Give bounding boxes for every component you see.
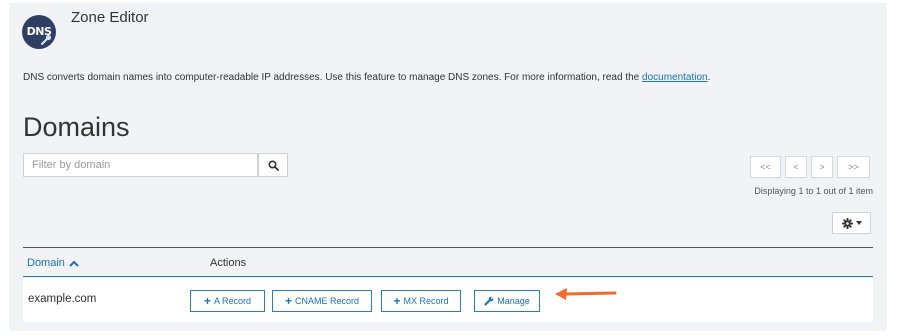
pager-first-button[interactable]: << [750, 156, 781, 178]
page-title: Domains [23, 112, 130, 142]
table-row: example.com + A Record + CNAME Record + … [23, 278, 873, 322]
gear-icon [841, 217, 853, 229]
manage-label: Manage [497, 296, 530, 306]
mx-record-label: MX Record [403, 296, 449, 306]
domain-cell: example.com [28, 293, 97, 305]
search-button[interactable] [258, 153, 288, 177]
a-record-label: A Record [213, 296, 252, 306]
add-cname-record-button[interactable]: + CNAME Record [272, 290, 372, 312]
manage-button[interactable]: Manage [474, 290, 540, 312]
add-mx-record-button[interactable]: + MX Record [381, 290, 461, 312]
description-suffix: . [707, 72, 711, 83]
page-description: DNS converts domain names into computer-… [23, 72, 710, 83]
chevron-up-icon [69, 260, 79, 267]
documentation-link[interactable]: documentation [642, 72, 708, 83]
settings-dropdown-button[interactable] [832, 212, 871, 234]
description-text: DNS converts domain names into computer-… [23, 72, 643, 83]
plus-icon: + [284, 294, 292, 308]
paging-info: Displaying 1 to 1 out of 1 item [754, 186, 873, 196]
plus-icon: + [203, 294, 211, 308]
cname-record-label: CNAME Record [295, 296, 360, 306]
add-a-record-button[interactable]: + A Record [190, 290, 265, 312]
column-domain-label: Domain [27, 257, 65, 269]
search-icon [267, 159, 279, 171]
pager-last-button[interactable]: >> [837, 156, 870, 178]
search-input[interactable] [23, 153, 258, 177]
column-header-domain[interactable]: Domain [27, 257, 79, 269]
caret-down-icon [855, 221, 862, 225]
column-header-actions: Actions [210, 257, 247, 269]
dns-logo: DNS [22, 15, 56, 49]
zone-editor-panel: DNS Zone Editor DNS converts domain name… [9, 3, 887, 331]
app-title: Zone Editor [71, 9, 149, 26]
pager-prev-button[interactable]: < [785, 156, 807, 178]
plus-icon: + [393, 294, 401, 308]
wrench-icon [484, 296, 494, 306]
table-header: Domain Actions [23, 247, 873, 277]
wrench-icon [40, 34, 52, 46]
pager-next-button[interactable]: > [811, 156, 833, 178]
arrow-left-icon [555, 288, 617, 300]
